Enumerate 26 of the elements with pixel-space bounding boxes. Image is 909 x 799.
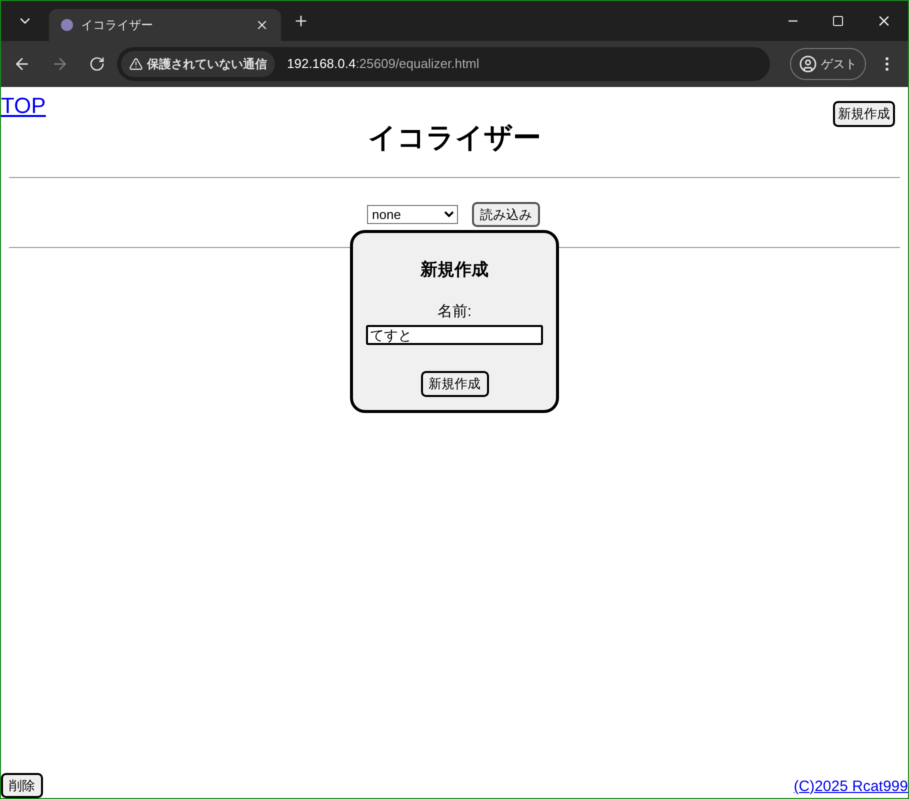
page-title: イコライザー bbox=[367, 120, 542, 154]
delete-button[interactable]: 削除 bbox=[1, 772, 43, 798]
address-bar[interactable]: 保護されていない通信 192.168.0.4:25609/equalizer.html bbox=[117, 47, 770, 81]
create-button[interactable]: 新規作成 bbox=[420, 371, 488, 396]
profile-button[interactable]: ゲスト bbox=[790, 48, 866, 80]
top-link[interactable]: TOP bbox=[1, 95, 46, 117]
new-button[interactable]: 新規作成 bbox=[833, 101, 895, 126]
maximize-icon[interactable] bbox=[832, 15, 844, 27]
browser-tab[interactable]: イコライザー bbox=[49, 9, 281, 41]
close-icon[interactable] bbox=[255, 18, 269, 32]
back-icon[interactable] bbox=[13, 55, 31, 73]
preset-select[interactable]: none bbox=[367, 204, 458, 224]
site-favicon bbox=[61, 19, 73, 31]
reload-icon[interactable] bbox=[89, 56, 105, 72]
tab-title: イコライザー bbox=[81, 17, 154, 33]
new-tab-icon[interactable] bbox=[293, 13, 309, 29]
person-icon bbox=[799, 55, 817, 73]
forward-icon[interactable] bbox=[51, 55, 69, 73]
url-text: 192.168.0.4:25609/equalizer.html bbox=[287, 55, 480, 74]
load-button[interactable]: 読み込み bbox=[472, 202, 540, 227]
security-chip[interactable]: 保護されていない通信 bbox=[121, 51, 275, 77]
warning-icon bbox=[129, 57, 143, 71]
name-label: 名前: bbox=[437, 302, 472, 322]
copyright-link[interactable]: (C)2025 Rcat999 bbox=[794, 776, 908, 798]
name-input[interactable]: てすと bbox=[366, 325, 543, 345]
dialog-title: 新規作成 bbox=[420, 259, 488, 281]
